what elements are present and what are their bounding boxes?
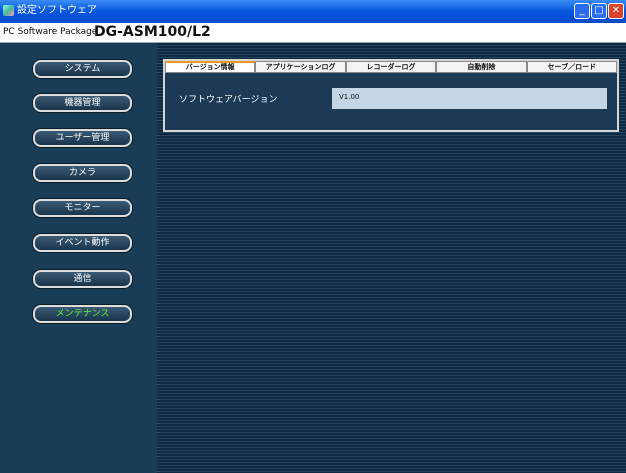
- title-bar: 設定ソフトウェア _ □ ✕: [0, 0, 626, 23]
- nav-camera-button[interactable]: カメラ: [33, 164, 132, 182]
- maintenance-panel: バージョン情報 アプリケーションログ レコーダーログ 自動削除 セーブ／ロード …: [163, 59, 619, 132]
- product-header: PC Software Package DG-ASM100/L2: [0, 23, 626, 43]
- software-version-label: ソフトウェアバージョン: [179, 95, 278, 105]
- nav-event-action-button[interactable]: イベント動作: [33, 234, 132, 252]
- product-prefix: PC Software Package: [3, 27, 98, 37]
- tab-application-log[interactable]: アプリケーションログ: [255, 61, 346, 73]
- nav-monitor-button[interactable]: モニター: [33, 199, 132, 217]
- main-area: バージョン情報 アプリケーションログ レコーダーログ 自動削除 セーブ／ロード …: [157, 43, 626, 473]
- nav-user-management-button[interactable]: ユーザー管理: [33, 129, 132, 147]
- nav-communication-button[interactable]: 通信: [33, 270, 132, 288]
- app-icon: [3, 5, 14, 16]
- tab-bar: バージョン情報 アプリケーションログ レコーダーログ 自動削除 セーブ／ロード: [165, 61, 618, 73]
- nav-device-management-button[interactable]: 機器管理: [33, 94, 132, 112]
- tab-version-info[interactable]: バージョン情報: [165, 61, 256, 73]
- nav-sidebar: システム 機器管理 ユーザー管理 カメラ モニター イベント動作 通信 メンテナ…: [0, 43, 157, 473]
- close-button[interactable]: ✕: [608, 3, 624, 19]
- software-version-value: V1.00: [339, 93, 360, 101]
- tab-save-load[interactable]: セーブ／ロード: [526, 61, 618, 73]
- tab-auto-delete[interactable]: 自動削除: [436, 61, 527, 73]
- window-title: 設定ソフトウェア: [17, 5, 97, 16]
- product-name: DG-ASM100/L2: [94, 24, 211, 40]
- nav-system-button[interactable]: システム: [33, 60, 132, 78]
- nav-maintenance-button[interactable]: メンテナンス: [33, 305, 132, 323]
- software-version-value-box: V1.00: [332, 88, 607, 109]
- minimize-button[interactable]: _: [574, 3, 590, 19]
- tab-recorder-log[interactable]: レコーダーログ: [345, 61, 437, 73]
- maximize-button[interactable]: □: [591, 3, 607, 19]
